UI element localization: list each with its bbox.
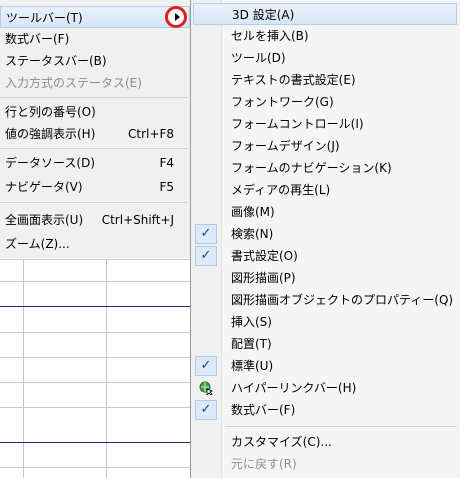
menu-item-label: ナビゲータ(V) [5,180,83,194]
submenu-item-insert-cells[interactable]: セルを挿入(B) [193,25,457,47]
submenu-item-align[interactable]: 配置(T) [193,333,457,355]
menu-item-shortcut: F5 [159,180,174,194]
hyperlink-globe-icon [199,381,213,395]
menu-item-toolbars[interactable]: ツールバー(T) [0,6,190,28]
submenu-item-label: 図形描画(P) [231,271,296,285]
submenu-item-label: 標準(U) [231,359,274,373]
menu-item-row-column-headers[interactable]: 行と列の番号(O) [0,101,188,123]
submenu-item-form-design[interactable]: フォームデザイン(J) [193,135,457,157]
submenu-item-label: カスタマイズ(C)... [231,435,332,449]
grid-row-line [0,332,190,333]
grid-row-line [0,281,190,282]
menu-item-label: 行と列の番号(O) [5,105,96,119]
menu-separator [0,202,188,203]
menu-item-label: 数式バー(F) [5,32,70,46]
submenu-item-3d-settings[interactable]: 3D 設定(A) [193,3,457,25]
submenu-item-label: 3D 設定(A) [232,8,295,22]
page-break-line [0,442,190,443]
menu-item-input-method-status[interactable]: 入力方式のステータス(E) [0,72,188,94]
submenu-item-formula-bar[interactable]: ✓ 数式バー(F) [193,399,457,421]
submenu-item-label: メディアの再生(L) [231,183,331,197]
view-menu: ツールバー(T) 数式バー(F) ステータスバー(B) 入力方式のステータス(E… [0,0,191,258]
submenu-item-label: フォームデザイン(J) [231,139,340,153]
menu-separator [0,148,188,149]
menu-item-label: データソース(D) [5,156,96,170]
menu-item-shortcut: Ctrl+Shift+J [101,213,174,227]
menu-item-shortcut: F4 [159,156,174,170]
menu-separator [0,97,188,98]
grid-row-line [0,259,190,260]
submenu-item-label: フォントワーク(G) [231,95,334,109]
submenu-item-form-navigation[interactable]: フォームのナビゲーション(K) [193,157,457,179]
menu-item-label: 値の強調表示(H) [5,127,96,141]
submenu-item-reset[interactable]: 元に戻す(R) [193,453,457,475]
grid-row-line [0,407,190,408]
menu-item-label: 入力方式のステータス(E) [5,76,142,90]
spreadsheet-grid[interactable] [0,259,190,478]
submenu-item-hyperlink-bar[interactable]: ハイパーリンクバー(H) [193,377,457,399]
submenu-item-tools[interactable]: ツール(D) [193,47,457,69]
checkmark-icon: ✓ [195,224,217,244]
grid-row-line [0,357,190,358]
grid-column-line [106,259,107,478]
submenu-item-label: 図形描画オブジェクトのプロパティー(Q) [231,293,454,307]
submenu-item-drawing[interactable]: 図形描画(P) [193,267,457,289]
menu-item-formula-bar[interactable]: 数式バー(F) [0,28,188,50]
grid-column-line [23,259,24,478]
page-break-line [0,306,190,307]
submenu-item-insert[interactable]: 挿入(S) [193,311,457,333]
menu-item-label: ツールバー(T) [6,11,83,25]
submenu-item-label: 検索(N) [231,227,274,241]
menu-item-status-bar[interactable]: ステータスバー(B) [0,50,188,72]
grid-row-line [0,382,190,383]
screen: ツールバー(T) 数式バー(F) ステータスバー(B) 入力方式のステータス(E… [0,0,460,478]
menu-item-shortcut: Ctrl+F8 [128,127,174,141]
submenu-item-label: 書式設定(O) [231,249,298,263]
submenu-item-label: ツール(D) [231,51,286,65]
submenu-item-label: 数式バー(F) [231,403,296,417]
submenu-item-label: 配置(T) [231,337,272,351]
submenu-item-label: 挿入(S) [231,315,272,329]
submenu-item-formatting[interactable]: ✓ 書式設定(O) [193,245,457,267]
submenu-item-form-controls[interactable]: フォームコントロール(I) [193,113,457,135]
submenu-item-label: 元に戻す(R) [231,457,297,471]
submenu-item-label: ハイパーリンクバー(H) [231,381,357,395]
toolbars-submenu: 3D 設定(A) セルを挿入(B) ツール(D) テキストの書式設定(E) フォ… [190,0,460,478]
submenu-item-customize[interactable]: カスタマイズ(C)... [193,431,457,453]
checkmark-icon: ✓ [195,246,217,266]
menu-item-navigator[interactable]: ナビゲータ(V) F5 [0,176,188,198]
submenu-item-label: セルを挿入(B) [231,29,309,43]
menu-item-data-sources[interactable]: データソース(D) F4 [0,152,188,174]
triangle-right-icon [175,13,180,21]
submenu-item-text-formatting[interactable]: テキストの書式設定(E) [193,69,457,91]
menu-item-label: ズーム(Z)... [5,237,70,251]
submenu-item-standard[interactable]: ✓ 標準(U) [193,355,457,377]
submenu-item-image[interactable]: 画像(M) [193,201,457,223]
submenu-arrow-highlight[interactable] [165,6,187,28]
menu-separator [225,426,457,427]
grid-row-line [0,467,190,468]
submenu-item-label: フォームのナビゲーション(K) [231,161,392,175]
submenu-item-label: 画像(M) [231,205,275,219]
submenu-item-find[interactable]: ✓ 検索(N) [193,223,457,245]
submenu-item-media-playback[interactable]: メディアの再生(L) [193,179,457,201]
checkmark-icon: ✓ [195,400,217,420]
submenu-item-label: テキストの書式設定(E) [231,73,356,87]
menu-item-full-screen[interactable]: 全画面表示(U) Ctrl+Shift+J [0,209,188,231]
menu-item-label: ステータスバー(B) [5,54,107,68]
menu-item-zoom[interactable]: ズーム(Z)... [0,233,188,255]
menu-item-value-highlighting[interactable]: 値の強調表示(H) Ctrl+F8 [0,123,188,145]
menu-item-label: 全画面表示(U) [5,213,84,227]
checkmark-icon: ✓ [195,356,217,376]
submenu-item-fontwork[interactable]: フォントワーク(G) [193,91,457,113]
submenu-item-label: フォームコントロール(I) [231,117,364,131]
submenu-item-drawing-object-properties[interactable]: 図形描画オブジェクトのプロパティー(Q) [193,289,457,311]
